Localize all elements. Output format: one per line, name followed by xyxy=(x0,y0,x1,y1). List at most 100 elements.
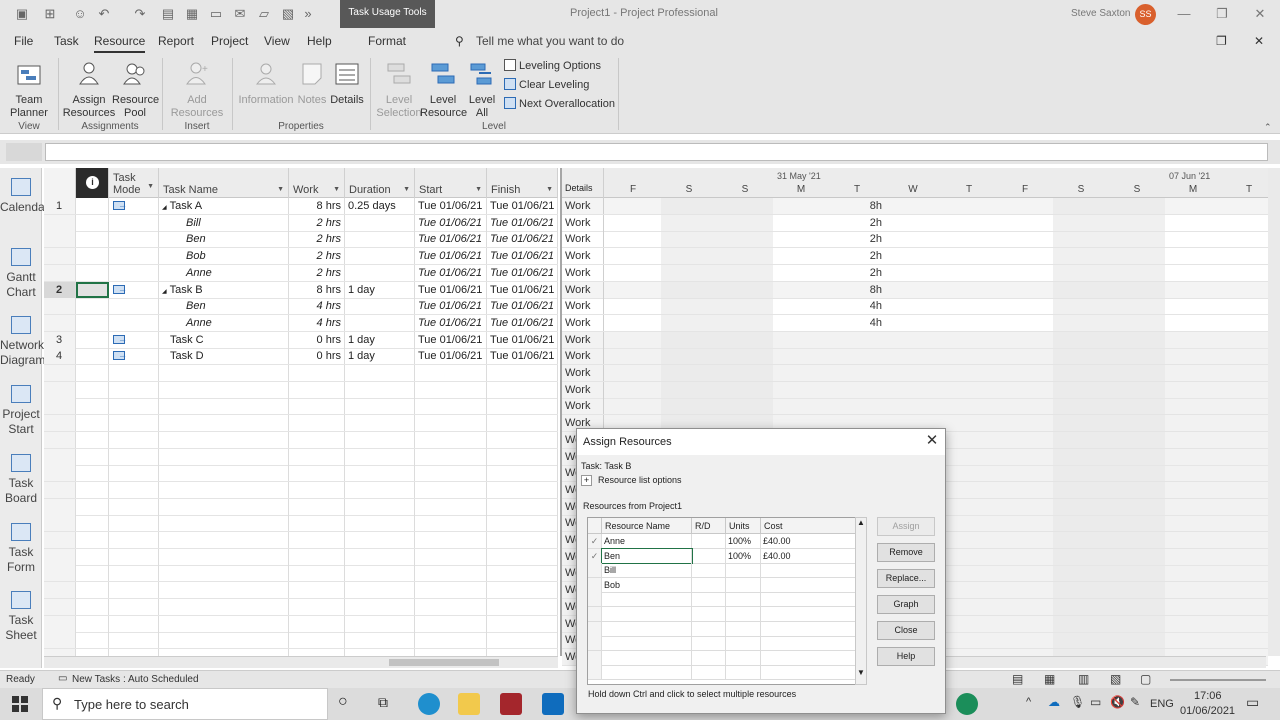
indicator-cell[interactable] xyxy=(76,248,109,265)
resource-name-cell[interactable] xyxy=(602,621,692,636)
units-cell[interactable] xyxy=(726,665,761,680)
table-row[interactable]: Anne 4 hrs Tue 01/06/21 Tue 01/06/21 xyxy=(44,314,558,332)
replace-button[interactable]: Replace... xyxy=(877,569,935,588)
start-cell[interactable]: Tue 01/06/21 xyxy=(415,231,487,248)
task-name-cell[interactable]: Anne xyxy=(159,314,289,331)
units-cell[interactable] xyxy=(726,577,761,592)
row-number[interactable]: 3 xyxy=(44,331,76,348)
start-cell[interactable] xyxy=(415,465,487,482)
resource-row[interactable]: Bill xyxy=(588,563,866,579)
finish-cell[interactable] xyxy=(487,582,558,599)
task-name-cell[interactable] xyxy=(159,465,289,482)
work-cell[interactable]: 0 hrs xyxy=(289,331,345,348)
table-row[interactable] xyxy=(44,381,558,399)
indicator-cell[interactable] xyxy=(76,582,109,599)
resource-row[interactable] xyxy=(588,621,866,637)
task-name-cell[interactable] xyxy=(159,398,289,415)
duration-cell[interactable]: 1 day xyxy=(345,331,415,348)
indicator-cell[interactable] xyxy=(76,548,109,565)
resource-row[interactable] xyxy=(588,665,866,681)
row-number[interactable] xyxy=(44,548,76,565)
duration-cell[interactable] xyxy=(345,548,415,565)
start-cell[interactable]: Tue 01/06/21 xyxy=(415,331,487,348)
row-number[interactable]: 4 xyxy=(44,348,76,365)
start-cell[interactable] xyxy=(415,448,487,465)
start-cell[interactable] xyxy=(415,398,487,415)
table-row[interactable] xyxy=(44,365,558,382)
work-cell[interactable] xyxy=(289,431,345,448)
start-cell[interactable] xyxy=(415,431,487,448)
avatar[interactable]: SS xyxy=(1135,4,1156,25)
row-number[interactable] xyxy=(44,398,76,415)
task-mode-cell[interactable] xyxy=(109,365,159,381)
finish-cell[interactable]: Tue 01/06/21 xyxy=(487,298,558,315)
indicator-cell[interactable] xyxy=(76,314,109,331)
work-value[interactable]: 8h xyxy=(829,282,885,298)
indicator-cell[interactable] xyxy=(76,448,109,465)
edge-dev-icon[interactable] xyxy=(956,693,978,715)
table-row[interactable]: Anne 2 hrs Tue 01/06/21 Tue 01/06/21 xyxy=(44,264,558,282)
finish-cell[interactable] xyxy=(487,565,558,582)
start-cell[interactable] xyxy=(415,548,487,565)
indicator-cell[interactable] xyxy=(76,198,109,214)
timephased-row[interactable]: Work 8h xyxy=(562,281,1268,299)
task-mode-cell[interactable] xyxy=(109,298,159,315)
finish-cell[interactable] xyxy=(487,615,558,632)
assign-resources-button[interactable]: Assign Resources xyxy=(62,60,116,120)
work-cell[interactable] xyxy=(289,465,345,482)
cost-cell[interactable] xyxy=(761,636,856,651)
mute-icon[interactable]: 🔇 xyxy=(1110,695,1125,709)
row-number[interactable] xyxy=(44,532,76,548)
resource-row[interactable] xyxy=(588,650,866,666)
work-cell[interactable] xyxy=(289,481,345,498)
duration-cell[interactable] xyxy=(345,598,415,615)
indicator-cell[interactable] xyxy=(76,214,109,231)
add-resources-button[interactable]: + Add Resources xyxy=(168,60,226,120)
task-name-cell[interactable]: Ben xyxy=(159,231,289,248)
start-cell[interactable] xyxy=(415,515,487,532)
indicator-cell[interactable] xyxy=(76,398,109,415)
work-value[interactable]: 8h xyxy=(829,198,885,214)
tray-chevron-icon[interactable]: ^ xyxy=(1026,696,1031,708)
outlook-icon[interactable] xyxy=(542,693,564,715)
entry-field[interactable] xyxy=(45,143,1268,161)
rd-cell[interactable] xyxy=(692,592,726,607)
close-document-icon[interactable]: ✕ xyxy=(1254,34,1264,48)
indicator-cell[interactable] xyxy=(76,365,109,381)
finish-cell[interactable] xyxy=(487,498,558,515)
finish-cell[interactable]: Tue 01/06/21 xyxy=(487,248,558,265)
duration-cell[interactable]: 0.25 days xyxy=(345,198,415,214)
view-task-form[interactable]: Task Form xyxy=(0,523,42,575)
table-row[interactable] xyxy=(44,565,558,583)
work-value[interactable]: 2h xyxy=(829,231,885,247)
resource-sheet-view-icon[interactable]: ▧ xyxy=(1110,672,1121,686)
table-row[interactable] xyxy=(44,398,558,416)
task-name-header[interactable]: Task Name ▼ xyxy=(159,168,289,198)
user-name[interactable]: Steve Saxton xyxy=(1071,8,1130,19)
work-cell[interactable] xyxy=(289,398,345,415)
save-as-icon[interactable]: ▧ xyxy=(280,6,296,22)
tab-view[interactable]: View xyxy=(264,34,290,48)
chevron-down-icon[interactable]: ▼ xyxy=(147,181,154,193)
duration-cell[interactable] xyxy=(345,532,415,548)
work-cell[interactable] xyxy=(289,365,345,381)
task-name-cell[interactable] xyxy=(159,548,289,565)
grid-scroll-thumb[interactable] xyxy=(389,659,499,666)
work-cell[interactable] xyxy=(289,381,345,398)
start-cell[interactable]: Tue 01/06/21 xyxy=(415,314,487,331)
units-cell[interactable] xyxy=(726,592,761,607)
windows-start-icon[interactable] xyxy=(12,696,28,712)
more-commands-icon[interactable]: » xyxy=(300,6,316,22)
duration-cell[interactable] xyxy=(345,365,415,381)
network-icon[interactable]: ▭ xyxy=(1090,695,1101,709)
work-cell[interactable] xyxy=(289,498,345,515)
indicator-cell[interactable] xyxy=(76,231,109,248)
row-number[interactable] xyxy=(44,365,76,381)
indicator-cell[interactable] xyxy=(76,532,109,548)
task-name-cell[interactable] xyxy=(159,498,289,515)
work-cell[interactable] xyxy=(289,515,345,532)
resource-name-cell[interactable] xyxy=(602,592,692,607)
duration-cell[interactable] xyxy=(345,431,415,448)
timephased-row[interactable]: Work xyxy=(562,381,1268,399)
expand-icon[interactable]: + xyxy=(581,475,592,486)
